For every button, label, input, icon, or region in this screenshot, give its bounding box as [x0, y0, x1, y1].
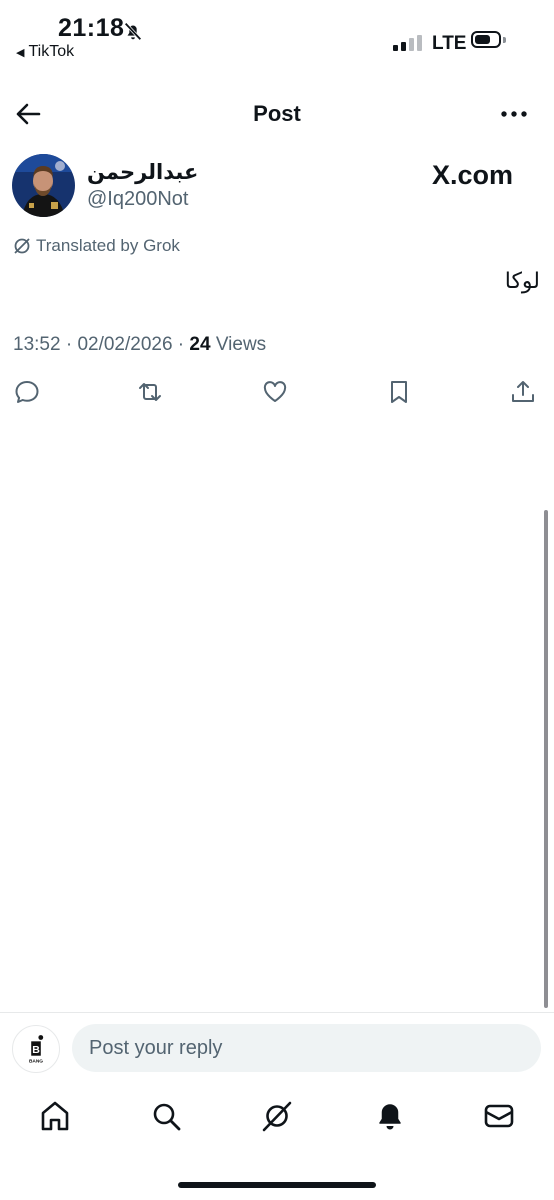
post-date: 02/02/2026 — [77, 334, 173, 355]
translated-label: Translated by Grok — [36, 236, 180, 255]
translation-note[interactable]: Translated by Grok — [13, 236, 180, 256]
notifications-icon[interactable] — [372, 1098, 408, 1134]
back-app-label: TikTok — [28, 43, 75, 60]
reply-divider — [0, 1012, 554, 1013]
more-options-icon[interactable] — [498, 104, 530, 124]
grok-tab-icon[interactable] — [259, 1098, 295, 1134]
post-text: لوكا — [504, 268, 540, 293]
battery-icon — [471, 31, 501, 48]
views-count: 24 — [189, 334, 211, 355]
back-to-app-link[interactable]: ◀ TikTok — [16, 43, 74, 61]
network-label: LTE — [432, 33, 467, 54]
post-meta: 13:52 · 02/02/2026 · 24 Views — [13, 334, 267, 355]
grok-icon — [14, 238, 30, 254]
page-title: Post — [253, 101, 301, 126]
author-name[interactable]: عبدالرحمن — [87, 160, 198, 185]
author-handle[interactable]: @Iq200Not — [87, 188, 188, 211]
share-icon[interactable] — [509, 378, 537, 406]
my-avatar[interactable]: B BANG — [12, 1025, 60, 1073]
views-label: Views — [215, 334, 267, 355]
signal-icon — [393, 35, 422, 51]
home-icon[interactable] — [37, 1098, 73, 1134]
search-icon[interactable] — [148, 1098, 184, 1134]
post-time: 13:52 — [13, 334, 61, 355]
repost-icon[interactable] — [136, 378, 164, 406]
reply-icon[interactable] — [13, 378, 41, 406]
battery-cap — [503, 37, 506, 43]
back-triangle-icon: ◀ — [16, 46, 25, 59]
reply-input[interactable]: Post your reply — [72, 1024, 541, 1072]
status-time: 21:18 — [58, 14, 125, 42]
home-indicator — [178, 1182, 376, 1188]
avatar[interactable] — [12, 154, 75, 217]
svg-text:BANG: BANG — [29, 1058, 43, 1064]
messages-icon[interactable] — [481, 1098, 517, 1134]
silent-bell-icon — [124, 22, 142, 41]
bookmark-icon[interactable] — [385, 378, 413, 406]
scrollbar[interactable] — [544, 510, 548, 1008]
source-logo: X.com — [432, 160, 514, 190]
svg-text:B: B — [32, 1044, 40, 1056]
like-icon[interactable] — [261, 378, 289, 406]
